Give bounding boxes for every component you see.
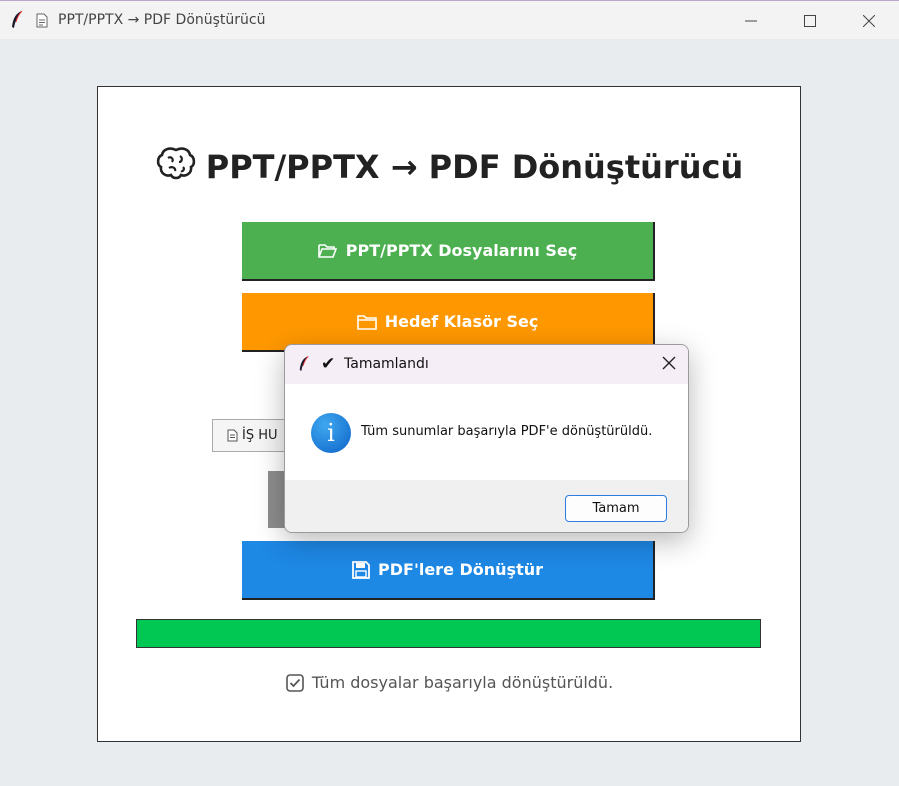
app-heading-text: PPT/PPTX → PDF Dönüştürücü [205,148,744,186]
maximize-button[interactable] [781,1,839,40]
select-files-label: PPT/PPTX Dosyalarını Seç [345,241,578,260]
convert-button[interactable]: PDF'lere Dönüştür [242,541,655,600]
close-window-button[interactable] [840,1,898,40]
window-titlebar: PPT/PPTX → PDF Dönüştürücü [0,0,899,39]
completion-dialog: ✔ Tamamlandı i Tüm sunumlar başarıyla PD… [284,344,689,533]
progress-fill [137,620,760,647]
dialog-close-icon[interactable] [662,356,676,370]
minimize-button[interactable] [722,1,780,40]
select-files-button[interactable]: PPT/PPTX Dosyalarını Seç [242,222,655,281]
close-icon [863,14,875,27]
file-chip-label: İŞ HU [242,428,278,443]
brain-icon [156,147,195,180]
dialog-message: Tüm sunumlar başarıyla PDF'e dönüştürüld… [361,424,653,439]
select-target-label: Hedef Klasör Seç [384,312,539,331]
checkbox-checked-icon [286,673,304,692]
feather-icon [299,355,309,371]
dialog-body: i Tüm sunumlar başarıyla PDF'e dönüştürü… [285,384,688,480]
minimize-icon [745,20,757,21]
floppy-disk-icon [352,560,370,579]
info-icon: i [311,413,351,453]
maximize-icon [804,14,816,27]
ok-button[interactable]: Tamam [565,495,667,522]
dialog-footer: Tamam [285,480,688,532]
convert-label: PDF'lere Dönüştür [378,560,543,579]
folder-icon [356,314,377,330]
status-message: Tüm dosyalar başarıyla dönüştürüldü. [0,673,899,692]
dialog-titlebar: ✔ Tamamlandı [285,345,688,384]
open-folder-icon [317,243,337,258]
checkmark-icon: ✔ [321,354,336,374]
feather-icon [12,10,23,28]
app-heading: PPT/PPTX → PDF Dönüştürücü [0,146,899,186]
document-icon [36,13,48,28]
document-icon [227,429,238,442]
progress-bar [136,619,761,648]
dialog-title: Tamamlandı [344,356,429,372]
status-text: Tüm dosyalar başarıyla dönüştürüldü. [311,673,614,692]
window-title: PPT/PPTX → PDF Dönüştürücü [58,12,266,28]
